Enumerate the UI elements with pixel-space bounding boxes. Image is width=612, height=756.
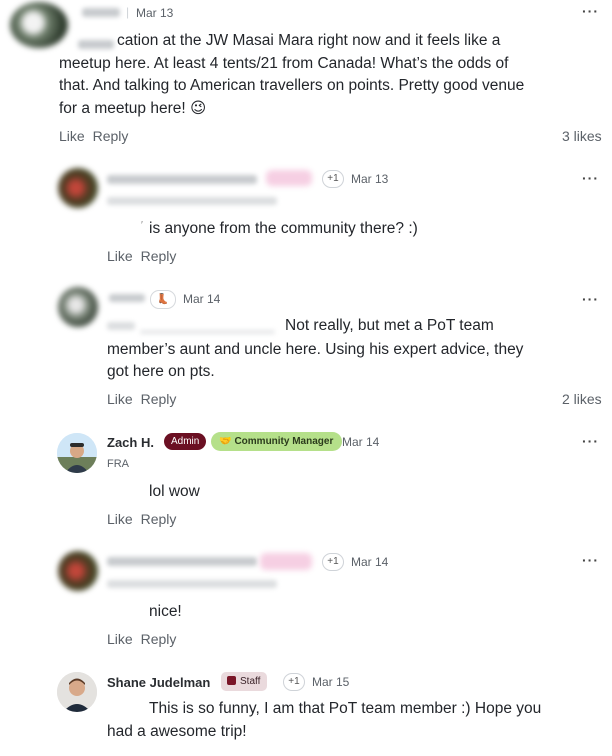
comment-date[interactable]: Mar 13: [351, 172, 388, 186]
comment-date[interactable]: Mar 13: [136, 6, 173, 20]
comment-actions: Like Reply: [107, 248, 176, 264]
more-options-icon[interactable]: ···: [582, 3, 599, 19]
plus-one-button[interactable]: +1: [322, 170, 344, 188]
staff-icon: [227, 676, 236, 685]
quote-mark: ′: [141, 220, 143, 231]
comment-actions: Like Reply: [107, 511, 176, 527]
like-button[interactable]: Like: [107, 248, 133, 264]
comment-text-line: member’s aunt and uncle here. Using his …: [107, 341, 524, 358]
author-badge-blurred: [266, 170, 312, 186]
reply-button[interactable]: Reply: [141, 511, 177, 527]
more-options-icon[interactable]: ···: [582, 552, 599, 568]
reply-button[interactable]: Reply: [141, 391, 177, 407]
author-subtitle-blurred: [107, 580, 277, 588]
comment-actions: Like Reply: [107, 631, 176, 647]
community-manager-badge-label: Community Manager: [234, 436, 334, 447]
comment-date[interactable]: Mar 14: [183, 292, 220, 306]
comment-text-line: cation at the JW Masai Mara right now an…: [117, 32, 501, 49]
more-options-icon[interactable]: ···: [582, 291, 599, 307]
like-button[interactable]: Like: [107, 391, 133, 407]
avatar[interactable]: [57, 433, 97, 473]
comment-text-line: had a awesome trip!: [107, 723, 247, 740]
plus-one-button[interactable]: +1: [283, 673, 305, 691]
comment-text-line: got here on pts.: [107, 363, 215, 380]
flair-icon: 👢: [150, 290, 176, 309]
like-button[interactable]: Like: [59, 128, 85, 144]
author-name-blurred[interactable]: [109, 294, 145, 302]
more-options-icon[interactable]: ···: [582, 433, 599, 449]
reply-button[interactable]: Reply: [141, 248, 177, 264]
community-manager-badge: 🤝 Community Manager: [211, 432, 343, 451]
separator: |: [126, 5, 130, 19]
like-count[interactable]: 2 likes: [562, 391, 602, 407]
comment-text: lol wow: [149, 483, 200, 500]
author-subtitle-blurred: [107, 197, 277, 205]
avatar[interactable]: [58, 168, 98, 208]
like-count[interactable]: 3 likes: [562, 128, 602, 144]
comment-text-line: that. And talking to American travellers…: [59, 77, 525, 94]
like-button[interactable]: Like: [107, 511, 133, 527]
avatar-photo: [57, 433, 97, 473]
comment-text-line: Not really, but met a PoT team: [285, 317, 494, 334]
avatar[interactable]: [58, 551, 98, 591]
comment-text-line: This is so funny, I am that PoT team mem…: [149, 700, 542, 717]
author-name[interactable]: Shane Judelman: [107, 675, 210, 690]
handshake-icon: 🤝: [219, 436, 232, 447]
plus-one-button[interactable]: +1: [322, 553, 344, 571]
comment-actions: Like Reply: [107, 391, 176, 407]
author-name-blurred[interactable]: [107, 175, 257, 184]
quoted-name-blurred: [78, 40, 114, 49]
author-name[interactable]: Zach H.: [107, 435, 154, 450]
author-location: FRA: [107, 458, 129, 470]
avatar[interactable]: [57, 672, 97, 712]
comment-text-line: meetup here. At least 4 tents/21 from Ca…: [59, 55, 509, 72]
like-button[interactable]: Like: [107, 631, 133, 647]
comment-date[interactable]: Mar 15: [312, 675, 349, 689]
comment-text-line: for a meetup here! 😉: [59, 100, 207, 117]
more-options-icon[interactable]: ···: [582, 170, 599, 186]
comment-date[interactable]: Mar 14: [342, 435, 379, 449]
comment-text: nice!: [149, 603, 182, 620]
staff-badge: Staff: [221, 672, 268, 691]
comment-date[interactable]: Mar 14: [351, 555, 388, 569]
avatar[interactable]: [10, 2, 68, 48]
admin-badge: Admin: [164, 433, 207, 450]
avatar-photo: [57, 672, 97, 712]
staff-badge-label: Staff: [240, 676, 261, 687]
author-name-blurred[interactable]: [82, 8, 120, 17]
comment-text: is anyone from the community there? :): [149, 220, 418, 237]
quoted-text-blurred: [140, 330, 275, 334]
reply-button[interactable]: Reply: [141, 631, 177, 647]
reply-button[interactable]: Reply: [93, 128, 129, 144]
author-badge-blurred: [260, 553, 312, 570]
quoted-name-blurred: [107, 322, 135, 330]
author-name-blurred[interactable]: [107, 557, 257, 566]
avatar[interactable]: [58, 287, 98, 327]
comment-actions: Like Reply: [59, 128, 128, 144]
